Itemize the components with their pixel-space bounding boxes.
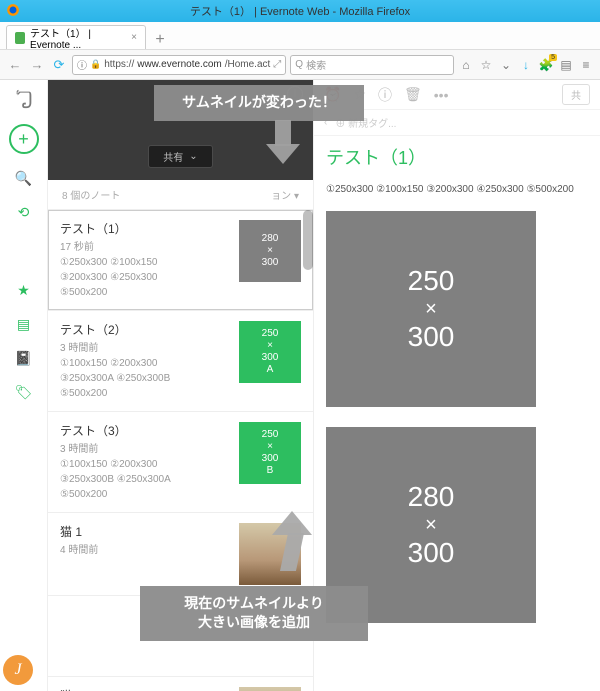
url-path: /Home.act [225,59,271,70]
note-count: 8 個のノート [62,187,120,202]
note-item[interactable]: テスト（2） 3 時間前 ①100x150 ②200x300 ③250x300A… [48,311,313,412]
detail-images: 250×300 280×300 [314,201,600,633]
search-placeholder: 検索 [306,57,326,72]
new-tab-button[interactable]: + [150,31,170,49]
identity-icon[interactable]: ⓘ [77,57,87,72]
window-titlebar: テスト（1） | Evernote Web - Mozilla Firefox [0,0,600,22]
note-thumbnail: 250×300B [239,422,301,484]
tab-strip: テスト（1） | Evernote ... × + [0,22,600,50]
note-title: テスト（3） [60,422,229,440]
options-dropdown[interactable]: ョン ▾ [271,187,299,202]
back-icon[interactable]: ‹ [324,117,327,128]
note-item[interactable]: テスト（1） 17 秒前 ①250x300 ②100x150 ③200x300 … [48,210,313,311]
hamburger-menu-icon[interactable]: ≡ [578,57,594,73]
detail-body-text[interactable]: ①250x300 ②100x150 ③200x300 ④250x300 ⑤500… [314,178,600,201]
note-time: 3 時間前 [60,341,229,356]
home-icon[interactable]: ⌂ [458,57,474,73]
notebook-header: i 共有⌄ [48,80,313,180]
note-list: テスト（1） 17 秒前 ①250x300 ②100x150 ③200x300 … [48,210,313,691]
notes-icon[interactable]: ▤ [14,314,34,334]
corner-badge-icon: J [3,655,33,685]
shortcuts-star-icon[interactable]: ★ [14,280,34,300]
evernote-favicon [15,32,25,44]
lock-icon: 🔒 [90,59,101,70]
notebooks-icon[interactable]: 📓 [14,348,34,368]
notebook-share-button[interactable]: 共有⌄ [148,145,212,168]
app-root: + 🔍 ⟲ ★ ▤ 📓 🏷 i 共有⌄ 8 個のノート ョン ▾ テスト（1） … [0,80,600,691]
note-title: テスト（1） [60,220,229,238]
tags-icon[interactable]: 🏷 [14,382,34,402]
chevron-down-icon: ⌄ [189,151,197,162]
search-bar[interactable]: Q 検索 [290,55,454,75]
detail-image-1[interactable]: 250×300 [326,211,536,407]
note-thumbnail [239,523,301,585]
note-title: テスト（2） [60,321,229,339]
note-item[interactable]: 猫 1 4 時間前 [48,513,313,596]
reminder-icon[interactable]: ⏰ [324,86,341,103]
more-icon[interactable]: ••• [434,87,449,103]
note-thumbnail: 250×300A [239,321,301,383]
note-list-panel: i 共有⌄ 8 個のノート ョン ▾ テスト（1） 17 秒前 ①250x300… [48,80,314,691]
shortcut-star-icon[interactable]: ☆ [353,86,366,103]
detail-image-2[interactable]: 280×300 [326,427,536,623]
note-info-icon[interactable]: ⓘ [378,85,392,105]
left-rail: + 🔍 ⟲ ★ ▤ 📓 🏷 [0,80,48,691]
note-item[interactable]: テスト（3） 3 時間前 ①100x150 ②200x300 ③250x300B… [48,412,313,513]
detail-toolbar: ⏰ ☆ ⓘ 🗑 ••• 共 [314,80,600,110]
scrollbar-thumb[interactable] [303,210,313,270]
reload-button[interactable]: ⟳ [50,56,68,74]
detail-share-button[interactable]: 共 [562,84,590,105]
browser-tab[interactable]: テスト（1） | Evernote ... × [6,25,146,49]
forward-button: → [28,56,46,74]
note-detail-panel: ⏰ ☆ ⓘ 🗑 ••• 共 ‹ ⊕ 新規タグ... テスト（1） ①250x30… [314,80,600,691]
note-thumbnail [239,687,301,691]
note-item[interactable]: 猫 3 4 時間前 [48,676,313,691]
tab-label: テスト（1） | Evernote ... [30,25,126,51]
tag-row: ‹ ⊕ 新規タグ... [314,110,600,136]
pocket-icon[interactable]: ⌄ [498,57,514,73]
tab-close-icon[interactable]: × [131,32,137,43]
expand-icon[interactable]: ⤢ [273,59,281,70]
address-bar[interactable]: ⓘ 🔒 https://www.evernote.com/Home.act ⤢ [72,55,286,75]
url-toolbar: ← → ⟳ ⓘ 🔒 https://www.evernote.com/Home.… [0,50,600,80]
trash-icon[interactable]: 🗑 [404,86,422,103]
note-title: 猫 1 [60,523,229,541]
new-note-button[interactable]: + [9,124,39,154]
search-rail-icon[interactable]: 🔍 [14,168,34,188]
note-list-subheader: 8 個のノート ョン ▾ [48,180,313,210]
downloads-icon[interactable]: ↓ [518,57,534,73]
detail-title[interactable]: テスト（1） [314,136,600,178]
note-time: 17 秒前 [60,240,229,255]
new-tag-field[interactable]: ⊕ 新規タグ... [335,115,396,130]
bookmark-star-icon[interactable]: ☆ [478,57,494,73]
library-icon[interactable]: ▤ [558,57,574,73]
note-time: 4 時間前 [60,543,229,558]
note-title: 猫 3 [60,687,229,691]
note-time: 3 時間前 [60,442,229,457]
note-thumbnail: 280×300 [239,220,301,282]
workchat-icon[interactable]: ⟲ [14,202,34,222]
search-icon: Q [295,59,303,70]
url-scheme: https:// [104,59,134,70]
url-host: www.evernote.com [137,59,221,70]
info-icon[interactable]: i [287,86,303,102]
addon-icon[interactable]: 🧩 [538,57,554,73]
window-title: テスト（1） | Evernote Web - Mozilla Firefox [190,3,410,19]
firefox-icon [6,3,20,17]
back-button[interactable]: ← [6,56,24,74]
evernote-logo-icon[interactable] [13,88,35,110]
